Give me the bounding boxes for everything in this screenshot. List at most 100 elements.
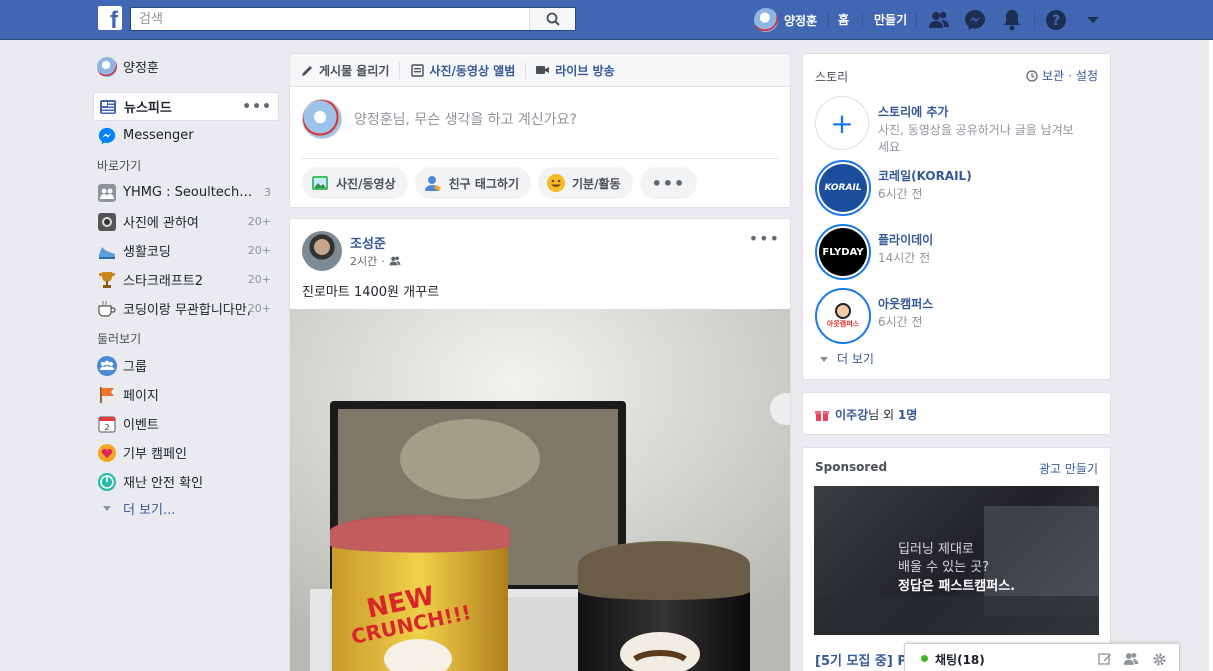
flyday-logo: FLYDAY: [819, 228, 867, 276]
search-button[interactable]: [529, 8, 575, 30]
stories-title: 스토리: [815, 70, 849, 84]
stories-panel: 스토리 보관 · 설정 + 스토리에 추가 사진, 동영상을 공유하거나 글을 …: [802, 53, 1111, 380]
friends-audience-icon[interactable]: [389, 256, 401, 266]
trophy-icon: [97, 270, 117, 290]
post-photo[interactable]: NEW CRUNCH!!!: [290, 309, 790, 671]
profile-name: 양정훈: [784, 13, 818, 28]
shoe-icon: [97, 241, 117, 261]
status-input[interactable]: 양정훈님, 무슨 생각을 하고 계신가요?: [354, 109, 577, 129]
shortcut-item[interactable]: 코딩이랑 무관합니다만, 20+: [93, 294, 279, 323]
create-link[interactable]: 만들기: [874, 11, 907, 28]
avatar: [302, 99, 342, 139]
tab-photo-album[interactable]: 사진/동영상 앨범: [399, 61, 525, 79]
archive-icon: [1026, 69, 1038, 82]
action-label: 사진/동영상: [336, 176, 396, 191]
birthday-name[interactable]: 이주강: [835, 408, 868, 422]
shortcut-item[interactable]: YHMG : Seoultech ... 3: [93, 178, 279, 207]
chevron-down-icon: [820, 356, 828, 362]
help-icon[interactable]: ?: [1044, 8, 1068, 32]
add-story[interactable]: + 스토리에 추가 사진, 동영상을 공유하거나 글을 남겨보세요: [815, 96, 1105, 154]
flag-icon: [97, 385, 117, 405]
explore-item-pages[interactable]: 페이지: [93, 380, 279, 409]
story-item[interactable]: FLYDAY 플라이데이 14시간 전: [815, 224, 1105, 280]
new-message-icon[interactable]: [1096, 650, 1114, 668]
sponsored-panel: Sponsored 광고 만들기 딥러닝 제대로 배울 수 있는 곳? 정답은 …: [802, 447, 1111, 671]
shortcut-count: 20+: [247, 273, 271, 286]
story-item[interactable]: KORAIL 코레일(KORAIL) 6시간 전: [815, 160, 1105, 216]
messenger-icon[interactable]: [963, 8, 987, 32]
explore-item-groups[interactable]: 그룹: [93, 351, 279, 380]
see-more-label: 더 보기...: [123, 502, 176, 518]
photo-video-button[interactable]: 사진/동영상: [302, 167, 408, 199]
post-text: 진로마트 1400원 개꾸르: [302, 285, 440, 300]
korail-logo: KORAIL: [819, 164, 867, 212]
shortcut-item[interactable]: 스타크래프트2 20+: [93, 265, 279, 294]
create-ad-link[interactable]: 광고 만들기: [1039, 460, 1098, 477]
stories-see-more[interactable]: 더 보기: [819, 350, 874, 367]
post-time[interactable]: 2시간: [350, 253, 377, 269]
feed-post: 조성준 2시간 · ••• 진로마트 1400원 개꾸르 NEW CRUNCH!…: [289, 218, 791, 671]
birthday-text[interactable]: 이주강님 외 1명: [815, 406, 917, 423]
home-link[interactable]: 홈: [838, 11, 849, 28]
svg-text:?: ?: [1052, 13, 1060, 29]
ad-text-line: 배울 수 있는 곳?: [898, 560, 990, 575]
ad-image[interactable]: 딥러닝 제대로 배울 수 있는 곳? 정답은 패스트캠퍼스.: [814, 486, 1099, 635]
avatar[interactable]: [302, 231, 342, 271]
account-menu-icon[interactable]: [1081, 8, 1105, 32]
facebook-logo[interactable]: f: [98, 6, 122, 30]
profile-link[interactable]: 양정훈: [754, 8, 817, 32]
post-options-icon[interactable]: •••: [749, 229, 780, 248]
profile-nav-item[interactable]: 양정훈: [93, 52, 279, 81]
sidebar-item-news-feed[interactable]: 뉴스피드 •••: [93, 92, 279, 121]
tab-live-video[interactable]: 라이브 방송: [525, 61, 624, 79]
friends-icon[interactable]: [927, 8, 951, 32]
birthday-others[interactable]: 1명: [898, 408, 917, 422]
explore-item-events[interactable]: 2 이벤트: [93, 409, 279, 438]
post-author[interactable]: 조성준: [350, 233, 386, 252]
tab-label: 게시물 올리기: [319, 63, 390, 78]
sidebar-item-label: Messenger: [123, 128, 194, 143]
story-time: 14시간 전: [878, 251, 931, 265]
search-box: [130, 7, 576, 31]
explore-item-fundraisers[interactable]: 기부 캠페인: [93, 438, 279, 467]
profile-name: 양정훈: [123, 61, 159, 76]
outcampus-logo: 아웃캠퍼스: [819, 292, 867, 340]
more-options-icon[interactable]: •••: [242, 99, 272, 115]
post-image: NEW CRUNCH!!!: [290, 309, 790, 671]
explore-item-safety-check[interactable]: 재난 안전 확인: [93, 467, 279, 496]
shortcut-label: 스타크래프트2: [123, 274, 204, 289]
create-group-icon[interactable]: [1122, 650, 1140, 668]
shortcut-item[interactable]: 사진에 관하여 20+: [93, 207, 279, 236]
more-actions-button[interactable]: •••: [639, 167, 698, 199]
story-item[interactable]: 아웃캠퍼스 아웃캠퍼스 6시간 전: [815, 288, 1105, 344]
video-camera-icon: [536, 63, 550, 77]
ad-title[interactable]: [5기 모집 중] Py: [815, 650, 916, 669]
photo-icon: [310, 173, 330, 193]
feeling-activity-button[interactable]: 기분/활동: [538, 167, 633, 199]
birthday-suffix: 님 외: [868, 408, 898, 422]
composer-tabs: 게시물 올리기 사진/동영상 앨범 라이브 방송: [290, 54, 790, 87]
notifications-icon[interactable]: [1000, 8, 1024, 32]
story-name: 코레일(KORAIL): [878, 169, 972, 183]
gear-icon[interactable]: [1150, 650, 1168, 668]
archive-link[interactable]: 보관: [1042, 67, 1064, 84]
explore-heading: 둘러보기: [97, 332, 142, 346]
ad-text-line: 딥러닝 제대로: [898, 542, 974, 557]
shortcut-count: 20+: [247, 215, 271, 228]
settings-link[interactable]: 설정: [1076, 67, 1098, 84]
see-more-link[interactable]: 더 보기...: [93, 496, 279, 520]
shortcut-item[interactable]: 생활코딩 20+: [93, 236, 279, 265]
sidebar-item-messenger[interactable]: Messenger: [93, 121, 279, 150]
gift-icon: [815, 410, 829, 421]
chat-bar[interactable]: 채팅(18): [904, 643, 1180, 671]
tag-friends-button[interactable]: 친구 태그하기: [414, 167, 532, 199]
search-input[interactable]: [131, 8, 531, 30]
tab-label: 사진/동영상 앨범: [429, 63, 516, 78]
shortcut-count: 20+: [247, 302, 271, 315]
online-status-dot: [921, 655, 928, 662]
story-name: 플라이데이: [878, 233, 934, 247]
scrollbar[interactable]: [1209, 40, 1213, 671]
story-avatar-ring: KORAIL: [815, 160, 871, 216]
chevron-down-icon: [97, 498, 117, 518]
tab-create-post[interactable]: 게시물 올리기: [300, 62, 399, 79]
